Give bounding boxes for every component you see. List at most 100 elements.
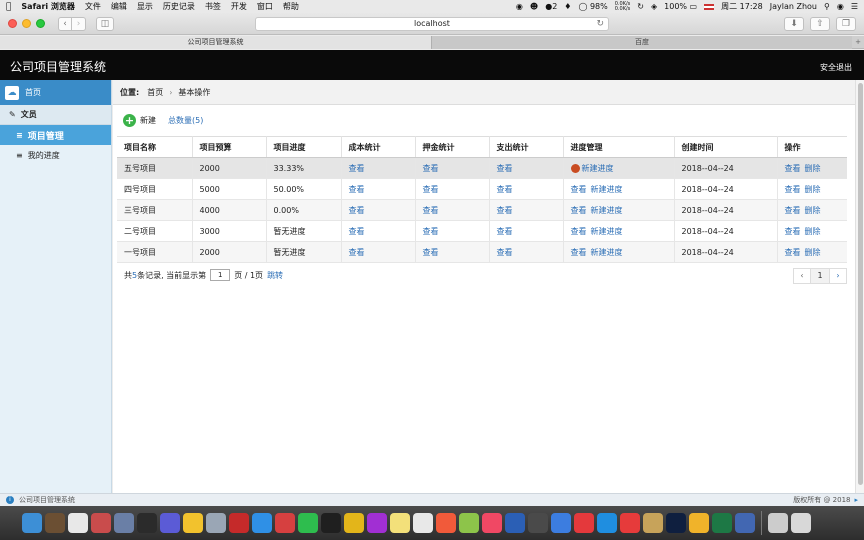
delete-link[interactable]: 删除 <box>805 185 821 194</box>
menu-view[interactable]: 显示 <box>137 1 153 12</box>
dock-app-icon[interactable] <box>91 513 111 533</box>
view-expense-link[interactable]: 查看 <box>497 227 513 236</box>
view-progress-link[interactable]: 查看 <box>571 185 587 194</box>
view-link[interactable]: 查看 <box>785 185 801 194</box>
view-deposit-link[interactable]: 查看 <box>423 206 439 215</box>
wifi-icon[interactable]: ◈ <box>651 2 657 11</box>
table-row[interactable]: 三号项目 4000 0.00% 查看 查看 查看 查看 新建进度 2018--04… <box>117 199 847 221</box>
battery-status[interactable]: ◯ 98% <box>578 2 607 11</box>
view-expense-link[interactable]: 查看 <box>497 185 513 194</box>
spotlight-icon[interactable]: ⚲ <box>824 2 830 11</box>
view-cost-link[interactable]: 查看 <box>349 248 365 257</box>
view-deposit-link[interactable]: 查看 <box>423 164 439 173</box>
record-icon[interactable]: ◉ <box>516 2 523 11</box>
view-progress-link[interactable]: 查看 <box>571 227 587 236</box>
delete-link[interactable]: 删除 <box>805 206 821 215</box>
dock-app-icon[interactable] <box>68 513 88 533</box>
qq-badge[interactable]: ●2 <box>545 2 557 11</box>
user-name[interactable]: Jaylan Zhou <box>770 2 817 11</box>
sidebar-home[interactable]: ☁ 首页 <box>0 80 111 105</box>
dock-app-icon[interactable] <box>643 513 663 533</box>
dock-app-icon[interactable] <box>689 513 709 533</box>
close-window-button[interactable] <box>8 19 17 28</box>
view-deposit-link[interactable]: 查看 <box>423 227 439 236</box>
dock-app-icon[interactable] <box>735 513 755 533</box>
sidebar-item-project-management[interactable]: ≡ 项目管理 <box>0 125 111 145</box>
notification-center-icon[interactable]: ☰ <box>851 2 858 11</box>
prev-page-button[interactable]: ‹ <box>793 268 811 284</box>
delete-link[interactable]: 删除 <box>805 248 821 257</box>
menu-help[interactable]: 帮助 <box>283 1 299 12</box>
menu-file[interactable]: 文件 <box>85 1 101 12</box>
zoom-window-button[interactable] <box>36 19 45 28</box>
view-cost-link[interactable]: 查看 <box>349 164 365 173</box>
dock-app-icon[interactable] <box>620 513 640 533</box>
new-project-button[interactable]: 新建 <box>140 115 156 126</box>
new-tab-icon[interactable]: + <box>852 36 864 48</box>
share-icon[interactable]: ⇧ <box>810 17 830 31</box>
table-row[interactable]: 一号项目 2000 暂无进度 查看 查看 查看 查看 新建进度 2018--04-… <box>117 241 847 263</box>
dock-app-icon[interactable] <box>551 513 571 533</box>
dock-app-icon[interactable] <box>459 513 479 533</box>
menu-develop[interactable]: 开发 <box>231 1 247 12</box>
dock-app-icon[interactable] <box>22 513 42 533</box>
dock-app-icon[interactable] <box>505 513 525 533</box>
new-progress-link[interactable]: 新建进度 <box>591 248 623 257</box>
tabs-overview-icon[interactable]: ❐ <box>836 17 856 31</box>
page-1-button[interactable]: 1 <box>810 268 830 284</box>
dock-app-icon[interactable] <box>183 513 203 533</box>
dock-app-icon[interactable] <box>206 513 226 533</box>
jump-link[interactable]: 跳转 <box>267 270 283 281</box>
tab-baidu[interactable]: 百度 <box>432 36 852 49</box>
dock-app-icon[interactable] <box>574 513 594 533</box>
view-link[interactable]: 查看 <box>785 227 801 236</box>
logout-link[interactable]: 安全退出 <box>820 62 852 73</box>
view-expense-link[interactable]: 查看 <box>497 248 513 257</box>
back-icon[interactable]: ‹ <box>58 16 72 31</box>
sync-icon[interactable]: ↻ <box>637 2 644 11</box>
tab-project-system[interactable]: 公司项目管理系统 <box>0 36 432 49</box>
delete-link[interactable]: 删除 <box>805 164 821 173</box>
menu-edit[interactable]: 编辑 <box>111 1 127 12</box>
dock-app-icon[interactable] <box>528 513 548 533</box>
view-progress-link[interactable]: 查看 <box>571 206 587 215</box>
dock-app-icon[interactable] <box>482 513 502 533</box>
view-link[interactable]: 查看 <box>785 206 801 215</box>
dock-app-icon[interactable] <box>252 513 272 533</box>
dock-app-icon[interactable] <box>298 513 318 533</box>
view-deposit-link[interactable]: 查看 <box>423 185 439 194</box>
dock-app-icon[interactable] <box>390 513 410 533</box>
dock-app-icon[interactable] <box>344 513 364 533</box>
view-expense-link[interactable]: 查看 <box>497 164 513 173</box>
dock-app-icon[interactable] <box>413 513 433 533</box>
new-progress-link[interactable]: 新建进度 <box>591 185 623 194</box>
dock-app-icon[interactable] <box>367 513 387 533</box>
dock-app-icon[interactable] <box>436 513 456 533</box>
new-progress-link[interactable]: 新建进度 <box>591 227 623 236</box>
dock-app-icon[interactable] <box>666 513 686 533</box>
menu-history[interactable]: 历史记录 <box>163 1 195 12</box>
view-cost-link[interactable]: 查看 <box>349 185 365 194</box>
downloads-icon[interactable]: ⬇ <box>784 17 804 31</box>
next-page-button[interactable]: › <box>829 268 847 284</box>
dock-app-icon[interactable] <box>229 513 249 533</box>
sidebar-item-my-progress[interactable]: ≡ 我的进度 <box>0 145 111 165</box>
table-row[interactable]: 四号项目 5000 50.00% 查看 查看 查看 查看 新建进度 2018--0… <box>117 178 847 200</box>
dock-app-icon[interactable] <box>160 513 180 533</box>
page-input[interactable]: 1 <box>210 269 231 281</box>
volume-status[interactable]: 100% ▭ <box>664 2 697 11</box>
scrollbar-thumb[interactable] <box>858 83 863 485</box>
view-link[interactable]: 查看 <box>785 164 801 173</box>
siri-icon[interactable]: ◉ <box>837 2 844 11</box>
vertical-scrollbar[interactable] <box>855 80 864 493</box>
new-progress-link[interactable]: 新建进度 <box>582 164 614 173</box>
view-cost-link[interactable]: 查看 <box>349 227 365 236</box>
table-row[interactable]: 二号项目 3000 暂无进度 查看 查看 查看 查看 新建进度 2018--04-… <box>117 220 847 242</box>
bell-icon[interactable]: ♦ <box>564 2 571 11</box>
dock-app-icon[interactable] <box>45 513 65 533</box>
table-row[interactable]: 五号项目 2000 33.33% 查看 查看 查看 新建进度 2018--04-… <box>117 157 847 179</box>
minimize-window-button[interactable] <box>22 19 31 28</box>
dock-app-icon[interactable] <box>712 513 732 533</box>
view-expense-link[interactable]: 查看 <box>497 206 513 215</box>
view-deposit-link[interactable]: 查看 <box>423 248 439 257</box>
